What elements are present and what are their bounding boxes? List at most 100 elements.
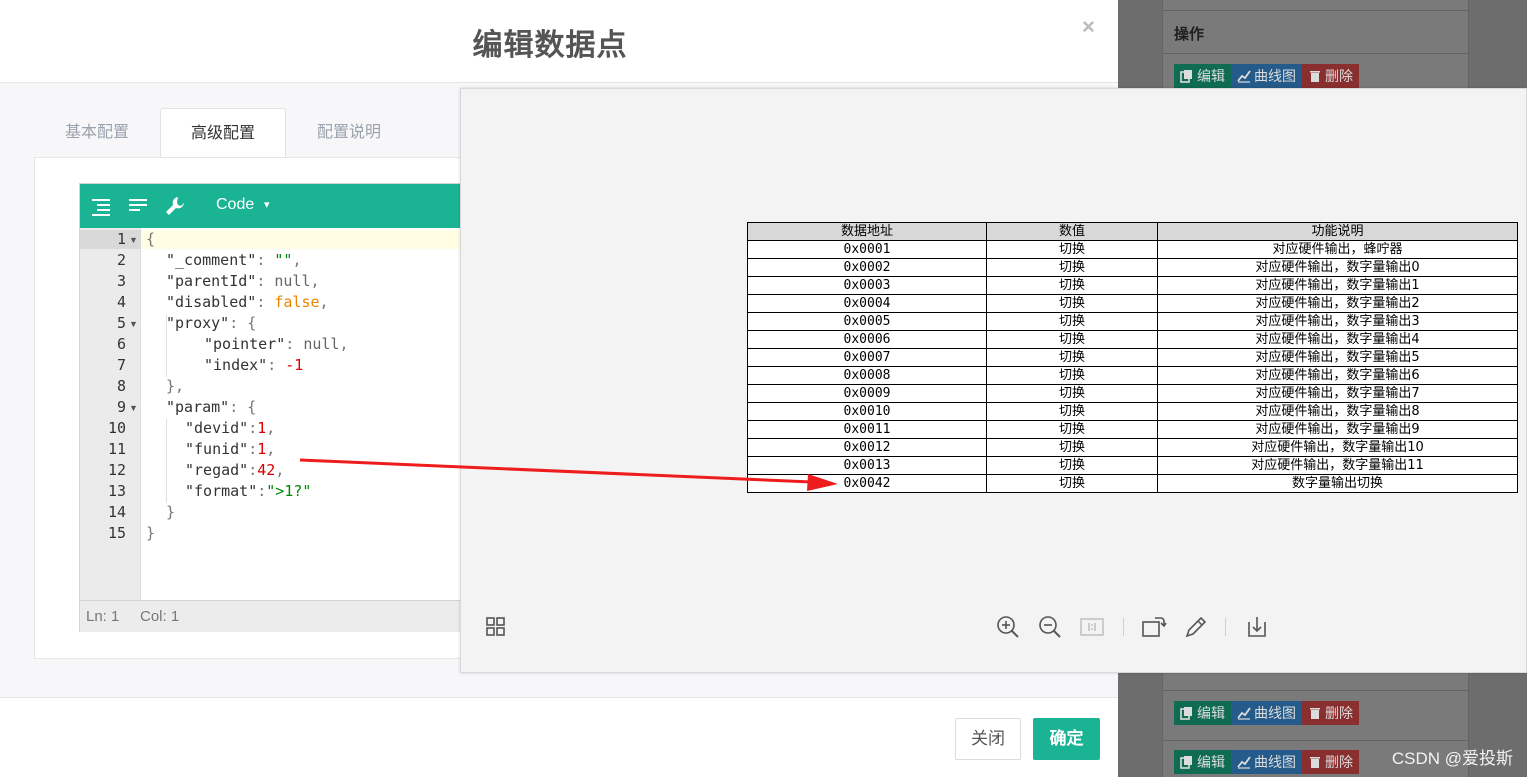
watermark: CSDN @爱投斯 xyxy=(1391,749,1513,768)
curve-button[interactable]: 曲线图 xyxy=(1231,64,1302,88)
copy-icon xyxy=(1180,756,1192,769)
tab-basic-config[interactable]: 基本配置 xyxy=(34,108,160,158)
cell-value: 切换 xyxy=(986,474,1158,493)
code-line: "regad":42, xyxy=(185,461,285,479)
row-actions: 编辑 曲线图 删除 xyxy=(1174,64,1359,90)
compact-icon[interactable] xyxy=(127,195,149,217)
fold-arrow-icon[interactable]: ▼ xyxy=(129,230,138,251)
header-address: 数据地址 xyxy=(747,222,987,241)
viewer-toolbar xyxy=(461,614,1527,644)
cell-function: 数字量输出切换 xyxy=(1157,474,1518,493)
cell-value: 切换 xyxy=(986,456,1158,475)
table-row: 0x0003 切换 对应硬件输出，数字量输出1 xyxy=(747,276,1518,295)
line-number: 5 xyxy=(116,314,126,332)
delete-label: 删除 xyxy=(1325,68,1353,84)
cursor-col: Col: 1 xyxy=(140,608,180,625)
format-icon[interactable] xyxy=(90,195,112,217)
operations-column-header: 操作 xyxy=(1162,10,1469,54)
line-number: 11 xyxy=(107,440,126,458)
code-line: "param": { xyxy=(166,398,257,416)
delete-button[interactable]: 删除 xyxy=(1302,750,1359,774)
cell-address: 0x0006 xyxy=(747,330,987,349)
edit-button[interactable]: 编辑 xyxy=(1174,64,1231,88)
line-number: 14 xyxy=(107,503,126,521)
edit-button[interactable]: 编辑 xyxy=(1174,750,1231,774)
delete-button[interactable]: 删除 xyxy=(1302,701,1359,725)
tab-advanced-config[interactable]: 高级配置 xyxy=(160,108,286,158)
code-line: "proxy": { xyxy=(166,314,257,332)
copy-icon xyxy=(1180,707,1192,720)
table-row: 0x0005 切换 对应硬件输出，数字量输出3 xyxy=(747,312,1518,331)
edit-label: 编辑 xyxy=(1197,68,1225,84)
register-table: 数据地址 数值 功能说明 0x0001 切换 对应硬件输出，蜂咛器 0x0002 切换对… xyxy=(747,222,1518,493)
code-line: } xyxy=(146,524,156,542)
code-line: } xyxy=(166,503,176,521)
table-row: 0x0013 切换 对应硬件输出，数字量输出11 xyxy=(747,456,1518,475)
dialog-title: 编辑数据点 xyxy=(472,29,628,62)
cell-value: 切换 xyxy=(986,402,1158,421)
line-number: 7 xyxy=(116,356,126,374)
table-row: 0x0002 切换 对应硬件输出，数字量输出0 xyxy=(747,258,1518,277)
zoom-in-icon[interactable] xyxy=(995,614,1021,640)
tab-bar: 基本配置 高级配置 配置说明 xyxy=(34,108,412,158)
grid-icon[interactable] xyxy=(483,614,509,640)
cell-function: 对应硬件输出，数字量输出7 xyxy=(1157,384,1518,403)
fold-arrow-icon[interactable]: ▼ xyxy=(129,398,138,419)
line-number: 8 xyxy=(116,377,126,395)
table-row: 0x0006 切换 对应硬件输出，数字量输出4 xyxy=(747,330,1518,349)
close-icon[interactable]: × xyxy=(1082,14,1095,40)
edit-label: 编辑 xyxy=(1197,705,1225,721)
rotate-icon[interactable] xyxy=(1141,614,1167,640)
cell-value: 切换 xyxy=(986,330,1158,349)
delete-label: 删除 xyxy=(1325,754,1353,770)
cell-function: 对应硬件输出，数字量输出3 xyxy=(1157,312,1518,331)
cell-function: 对应硬件输出，数字量输出4 xyxy=(1157,330,1518,349)
cell-function: 对应硬件输出，数字量输出2 xyxy=(1157,294,1518,313)
fold-arrow-icon[interactable]: ▼ xyxy=(129,314,138,335)
row-actions: 编辑 曲线图 删除 xyxy=(1174,750,1359,776)
zoom-out-icon[interactable] xyxy=(1037,614,1063,640)
table-row: 0x0042 切换 数字量输出切换 xyxy=(747,474,1518,493)
dialog-header: 编辑数据点 × xyxy=(0,0,1118,83)
cell-function: 对应硬件输出，数字量输出8 xyxy=(1157,402,1518,421)
row-actions: 编辑 曲线图 删除 xyxy=(1174,701,1359,727)
code-line: "format":">1?" xyxy=(185,482,312,500)
download-icon[interactable] xyxy=(1244,614,1270,640)
table-row: 0x0009 切换 对应硬件输出，数字量输出7 xyxy=(747,384,1518,403)
curve-button[interactable]: 曲线图 xyxy=(1231,750,1302,774)
row-divider xyxy=(1162,740,1469,741)
code-line: "pointer": null, xyxy=(204,335,349,353)
edit-button[interactable]: 编辑 xyxy=(1174,701,1231,725)
confirm-button[interactable]: 确定 xyxy=(1033,718,1100,760)
cell-address: 0x0004 xyxy=(747,294,987,313)
toolbar-separator xyxy=(1123,618,1124,636)
cell-function: 对应硬件输出，数字量输出6 xyxy=(1157,366,1518,385)
editor-toolbar: Code ▾ xyxy=(80,184,480,228)
row-divider xyxy=(1162,690,1469,691)
tab-config-help[interactable]: 配置说明 xyxy=(286,108,412,158)
line-number: 12 xyxy=(107,461,126,479)
actual-size-icon[interactable] xyxy=(1079,614,1105,640)
indent-guide xyxy=(166,419,167,503)
cell-address: 0x0010 xyxy=(747,402,987,421)
close-button[interactable]: 关闭 xyxy=(955,718,1021,760)
cell-value: 切换 xyxy=(986,438,1158,457)
cell-address: 0x0005 xyxy=(747,312,987,331)
cell-address: 0x0013 xyxy=(747,456,987,475)
delete-label: 删除 xyxy=(1325,705,1353,721)
toolbar-separator xyxy=(1225,618,1226,636)
cell-function: 对应硬件输出，数字量输出10 xyxy=(1157,438,1518,457)
wrench-icon[interactable] xyxy=(164,195,186,217)
line-number: 2 xyxy=(116,251,126,269)
mode-selector[interactable]: Code xyxy=(216,196,254,214)
curve-label: 曲线图 xyxy=(1254,68,1296,84)
code-line: { xyxy=(146,230,156,248)
cursor-line: Ln: 1 xyxy=(86,608,120,625)
trash-icon xyxy=(1310,71,1320,82)
curve-button[interactable]: 曲线图 xyxy=(1231,701,1302,725)
line-number: 4 xyxy=(116,293,126,311)
pencil-icon[interactable] xyxy=(1183,614,1209,640)
json-code-editor[interactable]: Code ▾ 1 2 3 4 5 6 7 8 9 10 11 12 13 14 15 ▼ ▼ ▼ { "_c… xyxy=(79,183,480,632)
chevron-down-icon[interactable]: ▾ xyxy=(264,198,270,211)
delete-button[interactable]: 删除 xyxy=(1302,64,1359,88)
